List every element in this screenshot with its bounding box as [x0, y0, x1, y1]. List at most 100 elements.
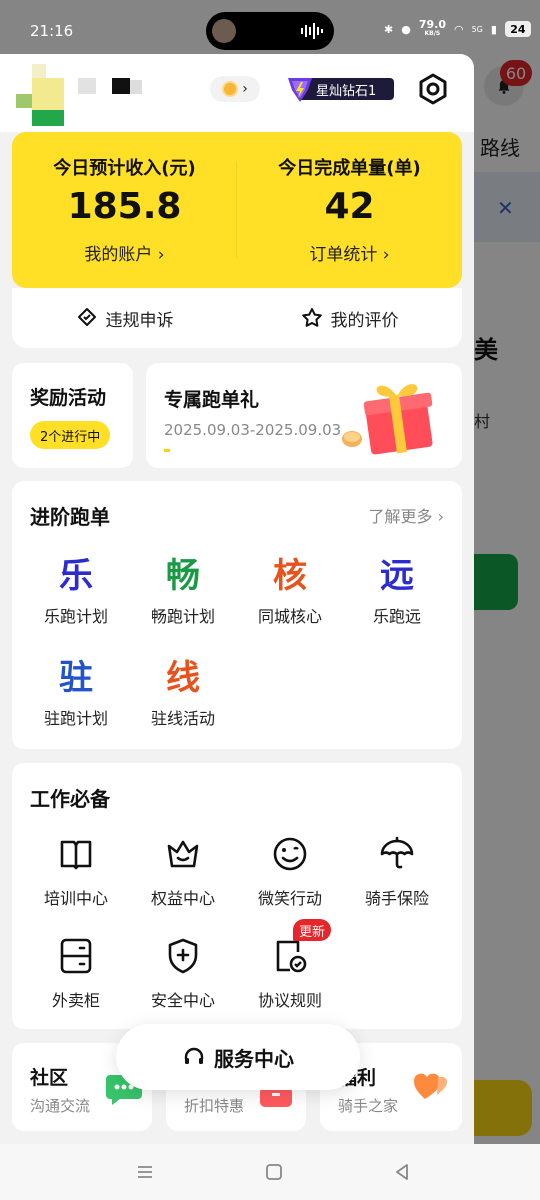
location-icon: ●	[401, 22, 411, 36]
safety-center-item[interactable]: 安全中心	[130, 933, 236, 1011]
le-run-plan-glyph-icon: 乐	[59, 555, 93, 596]
document-check-icon	[237, 933, 343, 979]
le-run-far-label: 乐跑远	[372, 607, 421, 626]
wifi-icon: ◠	[453, 22, 464, 36]
bluetooth-icon: ✱	[384, 22, 394, 36]
status-time: 21:16	[30, 22, 74, 40]
le-run-plan-label: 乐跑计划	[43, 607, 108, 626]
system-nav-bar	[0, 1144, 540, 1200]
essentials-section: 工作必备 培训中心 权益中心 微笑行动 骑手保险 外卖柜 安全中心 协议规则 更…	[12, 763, 462, 1029]
income-card: 今日预计收入(元) 185.8 我的账户 › 今日完成单量(单) 42 订单统计…	[12, 132, 462, 288]
book-icon	[23, 831, 129, 877]
exclusive-date-range: 2025.09.03-2025.09.03	[164, 421, 342, 439]
safety-center-label: 安全中心	[150, 991, 215, 1010]
update-badge: 更新	[293, 919, 332, 941]
delivery-locker-item[interactable]: 外卖柜	[23, 933, 129, 1011]
rider-insurance-label: 骑手保险	[364, 889, 429, 908]
my-rating-label: 我的评价	[330, 310, 399, 331]
chang-run-plan-item[interactable]: 畅畅跑计划	[130, 549, 236, 627]
shield-plus-icon	[130, 933, 236, 979]
chang-run-plan-label: 畅跑计划	[150, 607, 215, 626]
today-income-label: 今日预计收入(元)	[53, 158, 196, 179]
coin-icon	[222, 81, 239, 97]
back-icon[interactable]	[390, 1160, 414, 1184]
rider-insurance-item[interactable]: 骑手保险	[344, 831, 450, 909]
stationed-run-plan-item[interactable]: 驻驻跑计划	[23, 651, 129, 729]
discount-subtitle: 折扣特惠	[184, 1097, 245, 1115]
complaint-icon	[77, 308, 96, 326]
smile-action-label: 微笑行动	[257, 889, 322, 908]
diamond-lightning-icon	[288, 78, 312, 102]
service-center-label: 服务中心	[214, 1046, 294, 1071]
settings-hex-icon[interactable]	[416, 72, 450, 106]
order-stats-link[interactable]: 订单统计 ›	[237, 240, 462, 265]
dynamic-island	[206, 12, 334, 50]
le-run-far-glyph-icon: 远	[380, 555, 414, 596]
community-title: 社区	[30, 1067, 69, 1089]
exclusive-title: 专属跑单礼	[164, 389, 260, 411]
exclusive-progress-bar	[164, 449, 170, 452]
signal-label: 5G	[471, 24, 483, 34]
training-center-item[interactable]: 培训中心	[23, 831, 129, 909]
stationed-run-plan-glyph-icon: 驻	[59, 657, 93, 698]
exclusive-gift-card[interactable]: 专属跑单礼 2025.09.03-2025.09.03	[146, 363, 462, 468]
today-orders[interactable]: 今日完成单量(单) 42 订单统计 ›	[237, 132, 462, 288]
benefits-center-label: 权益中心	[150, 889, 215, 908]
battery-icon: 24	[504, 21, 531, 37]
le-run-plan-item[interactable]: 乐乐跑计划	[23, 549, 129, 627]
drawer-header: › 星灿钻石1	[0, 54, 474, 132]
avatar[interactable]	[16, 64, 66, 126]
today-income-value: 185.8	[67, 186, 182, 227]
user-name	[78, 76, 158, 96]
profile-drawer: › 星灿钻石1 今日预计收入(元) 185.8 我的账户 › 今日完成单量(单)…	[0, 54, 474, 1144]
today-orders-value: 42	[324, 186, 375, 227]
service-center-button[interactable]: 服务中心	[116, 1024, 360, 1090]
menu-icon[interactable]	[133, 1160, 157, 1184]
coin-button[interactable]: ›	[210, 76, 260, 102]
star-icon	[301, 308, 322, 327]
my-account-link[interactable]: 我的账户 ›	[12, 240, 237, 265]
learn-more-link[interactable]: 了解更多 ›	[369, 503, 445, 527]
ongoing-count-pill: 2个进行中	[30, 421, 111, 449]
chang-run-plan-glyph-icon: 畅	[166, 555, 200, 596]
city-core-item[interactable]: 核同城核心	[237, 549, 343, 627]
level-badge[interactable]: 星灿钻石1	[284, 74, 394, 104]
chevron-right-icon: ›	[242, 81, 248, 97]
stationed-line-activity-label: 驻线活动	[150, 709, 215, 728]
crown-icon	[130, 831, 236, 877]
audio-wave-icon	[301, 23, 323, 39]
headset-icon	[184, 1047, 204, 1064]
advanced-section: 进阶跑单 了解更多 › 乐乐跑计划畅畅跑计划核同城核心远乐跑远驻驻跑计划线驻线活…	[12, 481, 462, 749]
le-run-far-item[interactable]: 远乐跑远	[344, 549, 450, 627]
smile-action-item[interactable]: 微笑行动	[237, 831, 343, 909]
complaint-label: 违规申诉	[105, 310, 174, 331]
complaint-button[interactable]: 违规申诉	[12, 288, 237, 348]
community-subtitle: 沟通交流	[30, 1097, 91, 1115]
today-income[interactable]: 今日预计收入(元) 185.8 我的账户 ›	[12, 132, 237, 288]
agreement-rules-item[interactable]: 协议规则 更新	[237, 919, 343, 1011]
welfare-subtitle: 骑手之家	[338, 1097, 399, 1115]
status-bar: 21:16 ✱ ● 79.0 KB/S ◠ 5G ▮ 24	[0, 0, 540, 58]
today-orders-label: 今日完成单量(单)	[278, 158, 421, 179]
advanced-title: 进阶跑单	[30, 505, 110, 529]
locker-icon	[23, 933, 129, 979]
network-speed: 79.0 KB/S	[418, 18, 446, 37]
status-icons: ✱ ● 79.0 KB/S ◠ 5G ▮ 24	[384, 18, 531, 38]
stationed-line-activity-glyph-icon: 线	[166, 657, 200, 698]
delivery-locker-label: 外卖柜	[51, 991, 100, 1010]
discount-tag-icon	[260, 1087, 292, 1107]
home-icon[interactable]	[262, 1160, 286, 1184]
essentials-title: 工作必备	[30, 787, 110, 811]
gift-box-icon	[342, 384, 433, 455]
stationed-line-activity-item[interactable]: 线驻线活动	[130, 651, 236, 729]
media-thumbnail	[212, 19, 236, 43]
reward-activity-card[interactable]: 奖励活动 2个进行中	[12, 363, 133, 468]
smile-icon	[237, 831, 343, 877]
signal-icon: ▮	[490, 22, 497, 36]
reward-title: 奖励活动	[30, 387, 107, 409]
benefits-center-item[interactable]: 权益中心	[130, 831, 236, 909]
stationed-run-plan-label: 驻跑计划	[43, 709, 108, 728]
my-rating-button[interactable]: 我的评价	[237, 288, 462, 348]
training-center-label: 培训中心	[43, 889, 108, 908]
quick-links-row: 违规申诉 我的评价	[12, 288, 462, 348]
